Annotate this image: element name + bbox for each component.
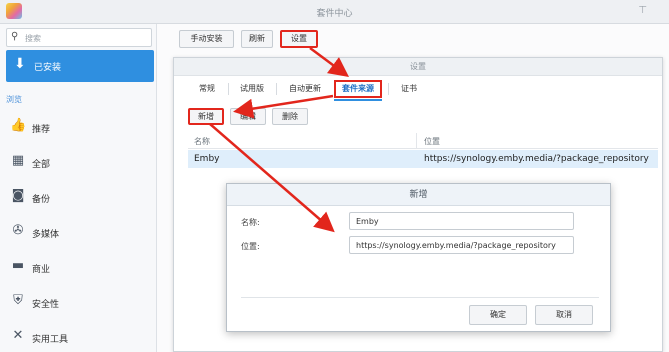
grid-icon: ▦ xyxy=(11,153,25,168)
briefcase-icon: ▬ xyxy=(11,258,25,273)
sidebar-item-label: 实用工具 xyxy=(32,335,69,345)
thumbs-up-icon: 👍 xyxy=(10,118,27,133)
shield-icon: ⛨ xyxy=(13,293,23,308)
tools-icon: ✕ xyxy=(12,328,24,343)
sidebar-item-label: 商业 xyxy=(32,265,51,275)
settings-dialog-title: 设置 xyxy=(174,58,662,76)
location-label: 位置: xyxy=(241,242,260,251)
sidebar-item-label: 多媒体 xyxy=(32,230,60,240)
pin-icon[interactable]: ⊤ xyxy=(638,5,647,16)
download-icon: ⬇ xyxy=(14,56,26,72)
section-title-browse: 浏览 xyxy=(6,95,22,104)
search-placeholder: 搜索 xyxy=(25,34,41,43)
sidebar-item-label: 已安装 xyxy=(34,63,62,73)
sidebar: ⚲ 搜索 ⬇ 已安装 浏览 👍 推荐 ▦ 全部 ◙ 备份 ✇ 多媒体 ▬ 商业 … xyxy=(0,24,157,352)
sidebar-item-label: 推荐 xyxy=(32,125,51,135)
ok-button[interactable]: 确定 xyxy=(469,305,527,325)
sidebar-item-utilities[interactable]: ✕ 实用工具 xyxy=(10,328,150,348)
edit-button[interactable]: 编辑 xyxy=(230,108,266,125)
add-dialog-title: 新增 xyxy=(227,184,610,206)
backup-icon: ◙ xyxy=(11,188,25,203)
cell-location: https://synology.emby.media/?package_rep… xyxy=(424,154,649,164)
cell-name: Emby xyxy=(194,154,220,164)
name-field[interactable] xyxy=(349,212,574,230)
sidebar-item-multimedia[interactable]: ✇ 多媒体 xyxy=(10,223,150,243)
add-source-dialog: 新增 名称: 位置: 确定 取消 xyxy=(226,183,611,332)
tab-separator xyxy=(276,83,277,95)
tab-separator xyxy=(388,83,389,95)
settings-button[interactable]: 设置 xyxy=(280,30,318,48)
cancel-button[interactable]: 取消 xyxy=(535,305,593,325)
sidebar-item-label: 全部 xyxy=(32,160,51,170)
sidebar-item-security[interactable]: ⛨ 安全性 xyxy=(10,293,150,313)
tab-certificate[interactable]: 证书 xyxy=(394,80,424,98)
add-button[interactable]: 新增 xyxy=(188,108,224,125)
manual-install-button[interactable]: 手动安装 xyxy=(179,30,234,48)
sidebar-item-label: 安全性 xyxy=(32,300,60,310)
search-input[interactable]: ⚲ 搜索 xyxy=(6,28,152,47)
table-header: 名称 位置 xyxy=(188,133,658,149)
tab-general[interactable]: 常规 xyxy=(192,80,222,98)
delete-button[interactable]: 删除 xyxy=(272,108,308,125)
column-header-name[interactable]: 名称 xyxy=(194,136,210,147)
tab-package-sources[interactable]: 套件来源 xyxy=(334,80,382,98)
sidebar-item-label: 备份 xyxy=(32,195,51,205)
search-icon: ⚲ xyxy=(11,31,19,42)
tab-auto-update[interactable]: 自动更新 xyxy=(282,80,328,98)
location-field[interactable] xyxy=(349,236,574,254)
table-row[interactable]: Emby https://synology.emby.media/?packag… xyxy=(188,150,658,168)
film-reel-icon: ✇ xyxy=(12,223,24,238)
tab-separator xyxy=(228,83,229,95)
title-bar: 套件中心 ⊤ xyxy=(0,0,669,24)
sidebar-item-business[interactable]: ▬ 商业 xyxy=(10,258,150,278)
column-header-location[interactable]: 位置 xyxy=(424,136,440,147)
refresh-button[interactable]: 刷新 xyxy=(241,30,273,48)
column-divider xyxy=(416,133,417,148)
active-tab-indicator xyxy=(334,99,382,101)
sidebar-item-all[interactable]: ▦ 全部 xyxy=(10,153,150,173)
window-title: 套件中心 xyxy=(316,9,353,19)
tab-trial[interactable]: 试用版 xyxy=(234,80,270,98)
name-label: 名称: xyxy=(241,218,260,227)
sidebar-item-installed[interactable]: ⬇ 已安装 xyxy=(6,50,154,82)
sidebar-item-recommended[interactable]: 👍 推荐 xyxy=(10,118,150,138)
sidebar-item-backup[interactable]: ◙ 备份 xyxy=(10,188,150,208)
dialog-divider xyxy=(241,297,599,298)
